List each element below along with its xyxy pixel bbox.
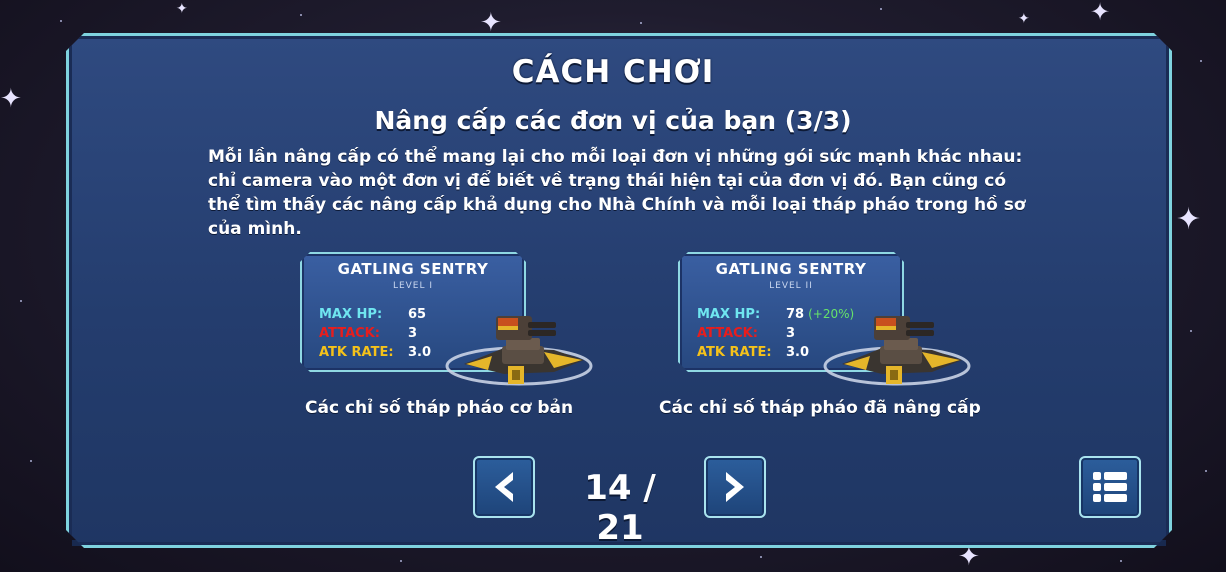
star-icon: ✦ [176, 1, 188, 17]
gatling-turret-icon [445, 316, 593, 386]
gatling-turret-icon [823, 316, 971, 386]
unit-level: LEVEL II [769, 281, 813, 291]
attack-value: 3 [408, 326, 418, 341]
chevron-right-icon [726, 472, 744, 502]
star-icon: ✦ [1018, 11, 1030, 27]
unit-name: GATLING SENTRY [715, 260, 867, 278]
page-counter: 14 / 21 [584, 468, 656, 548]
max-hp-label: MAX HP: [319, 307, 383, 322]
previous-page-button[interactable] [473, 456, 535, 518]
star-icon: ✦ [1090, 0, 1111, 26]
caption-base-stats: Các chỉ số tháp pháo cơ bản [305, 398, 574, 418]
max-hp-value: 65 [408, 307, 427, 322]
atk-rate-label: ATK RATE: [697, 345, 772, 360]
atk-rate-value: 3.0 [408, 345, 432, 360]
atk-rate-value: 3.0 [786, 345, 810, 360]
page-title: CÁCH CHƠI [511, 54, 715, 90]
unit-level: LEVEL I [392, 281, 434, 291]
description-text: Mỗi lần nâng cấp có thể mang lại cho mỗi… [208, 147, 1026, 239]
attack-label: ATTACK: [319, 326, 380, 341]
chevron-left-icon [495, 472, 513, 502]
next-page-button[interactable] [704, 456, 766, 518]
star-icon: ✦ [1176, 202, 1202, 237]
attack-value: 3 [786, 326, 796, 341]
menu-button[interactable] [1079, 456, 1141, 518]
caption-upgraded-stats: Các chỉ số tháp pháo đã nâng cấp [659, 398, 981, 418]
star-icon: ✦ [480, 8, 502, 38]
unit-name: GATLING SENTRY [337, 260, 489, 278]
attack-label: ATTACK: [697, 326, 758, 341]
section-subtitle: Nâng cấp các đơn vị của bạn (3/3) [374, 106, 852, 135]
atk-rate-label: ATK RATE: [319, 345, 394, 360]
list-menu-icon [1093, 472, 1127, 502]
max-hp-label: MAX HP: [697, 307, 761, 322]
